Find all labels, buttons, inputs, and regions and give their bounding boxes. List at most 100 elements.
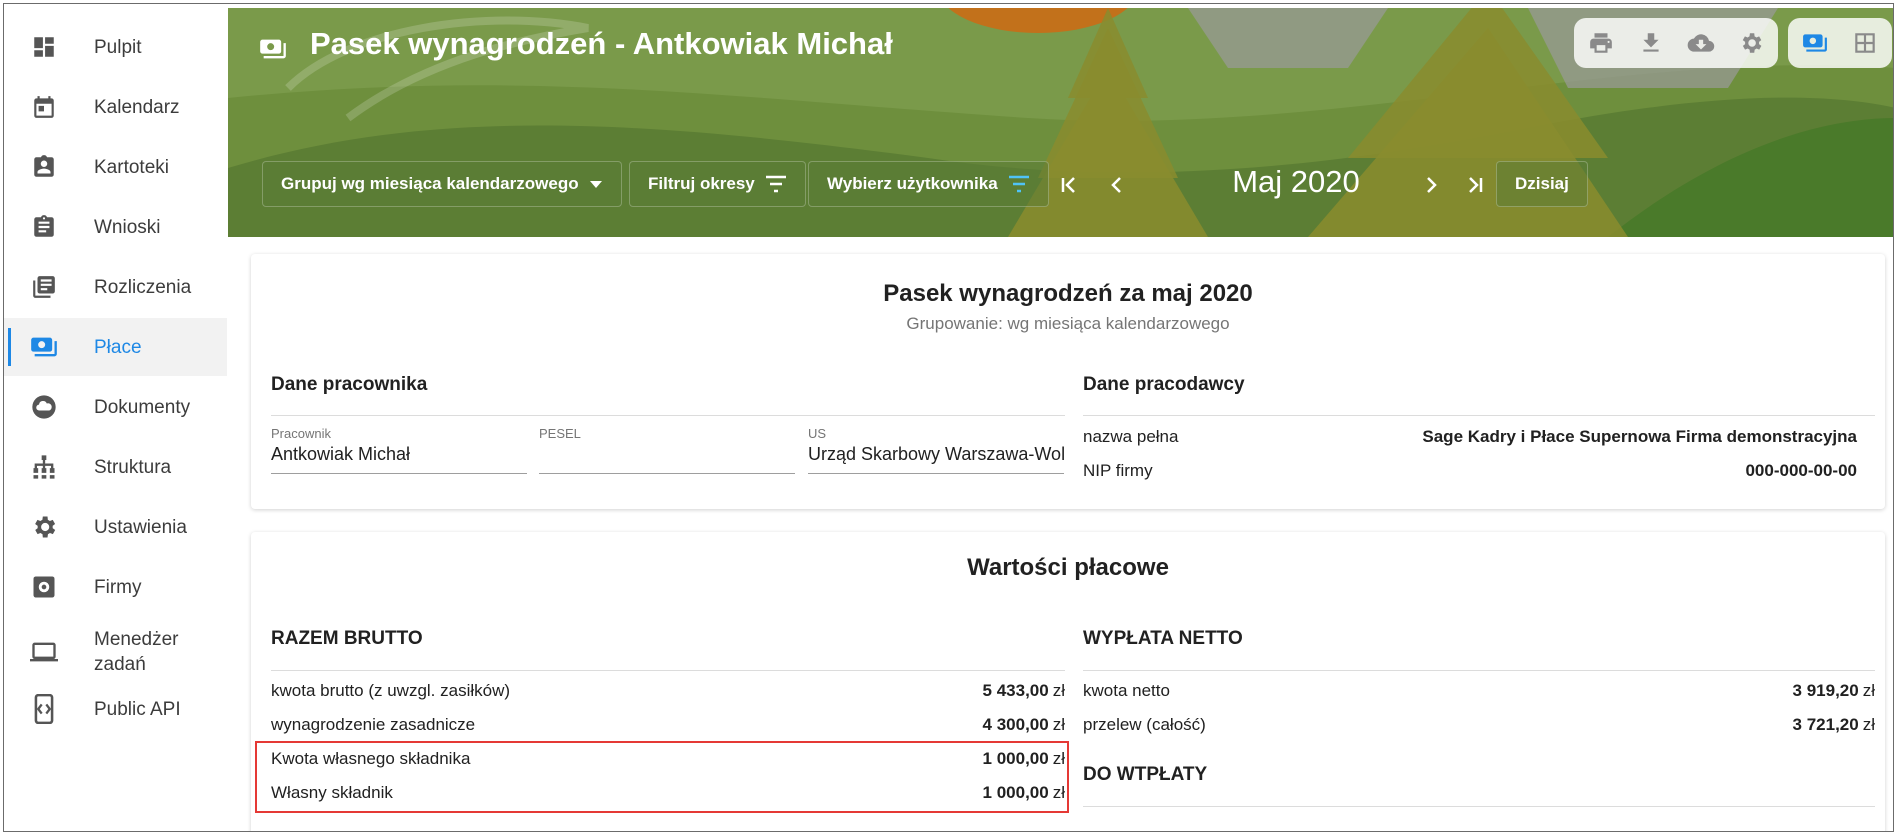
next-period-button[interactable]	[1414, 168, 1448, 202]
sidebar-item-rozliczenia[interactable]: Rozliczenia	[4, 258, 227, 316]
sidebar-item-struktura[interactable]: Struktura	[4, 438, 227, 496]
cloud-download-icon	[1687, 34, 1715, 52]
print-button[interactable]	[1582, 24, 1620, 62]
chevron-right-icon	[1427, 177, 1437, 193]
document-list-icon	[28, 271, 60, 303]
row-amount: 5 433,00 zł	[983, 681, 1065, 701]
chevron-left-icon	[1111, 177, 1121, 193]
group-by-dropdown[interactable]: Grupuj wg miesiąca kalendarzowego	[262, 161, 622, 207]
settings-button[interactable]	[1732, 24, 1770, 62]
row-key: kwota netto	[1083, 681, 1170, 700]
download-button[interactable]	[1632, 24, 1670, 62]
group-by-label: Grupuj wg miesiąca kalendarzowego	[281, 174, 579, 193]
sidebar-item-label: Kartoteki	[94, 156, 169, 178]
table-view-button[interactable]	[1846, 24, 1884, 62]
sidebar-item-public-api[interactable]: Public API	[4, 680, 227, 738]
sidebar-item-label: Pulpit	[94, 36, 142, 58]
gear-icon	[28, 511, 60, 543]
filter-periods-button[interactable]: Filtruj okresy	[629, 161, 806, 207]
today-button[interactable]: Dzisiaj	[1496, 161, 1588, 207]
divider	[1083, 415, 1875, 416]
employer-row: nazwa pełna Sage Kadry i Płace Supernowa…	[1083, 420, 1857, 454]
payments-icon	[258, 35, 288, 68]
currency-label: zł	[1052, 681, 1065, 700]
field-label: PESEL	[539, 426, 581, 441]
caret-down-icon	[589, 181, 602, 188]
payslip-view-button[interactable]	[1796, 24, 1834, 62]
filter-icon	[1008, 175, 1029, 193]
clipboard-icon	[28, 211, 60, 243]
row-key: wynagrodzenie zasadnicze	[271, 715, 476, 734]
sidebar-item-firmy[interactable]: Firmy	[4, 558, 227, 616]
currency-label: zł	[1862, 715, 1875, 734]
row-key: nazwa pełna	[1083, 427, 1179, 446]
sidebar: Pulpit Kalendarz Kartoteki Wnioski Rozli…	[4, 4, 227, 831]
sidebar-item-label: Kalendarz	[94, 96, 180, 118]
current-period: Maj 2020	[1232, 164, 1360, 199]
row-amount: 4 300,00 zł	[983, 715, 1065, 735]
select-user-button[interactable]: Wybierz użytkownika	[808, 161, 1049, 207]
sidebar-item-wnioski[interactable]: Wnioski	[4, 198, 227, 256]
previous-period-button[interactable]	[1100, 168, 1134, 202]
sidebar-item-pulpit[interactable]: Pulpit	[4, 18, 227, 76]
tax-office-field[interactable]: US Urząd Skarbowy Warszawa-Wola	[808, 418, 1064, 474]
employee-name-field[interactable]: Pracownik Antkowiak Michał	[271, 418, 527, 474]
api-icon	[28, 693, 60, 725]
to-pay-section-heading: DO WTPŁATY	[1083, 764, 1208, 785]
highlight-box	[255, 741, 1069, 813]
row-value: Sage Kadry i Płace Supernowa Firma demon…	[1422, 427, 1857, 446]
actions-toolbar	[1574, 18, 1778, 68]
sidebar-item-kartoteki[interactable]: Kartoteki	[4, 138, 227, 196]
last-period-button[interactable]	[1458, 168, 1492, 202]
print-icon	[1590, 33, 1612, 53]
row-amount: 3 919,20 zł	[1793, 681, 1875, 701]
payslip-details-card: Pasek wynagrodzeń za maj 2020 Grupowanie…	[251, 254, 1885, 509]
employee-section-heading: Dane pracownika	[271, 374, 428, 395]
currency-label: zł	[1862, 681, 1875, 700]
divider	[1083, 670, 1875, 671]
cloud-download-button[interactable]	[1682, 24, 1720, 62]
sidebar-item-kalendarz[interactable]: Kalendarz	[4, 78, 227, 136]
divider	[271, 415, 1065, 416]
amount-value: 3 919,20	[1792, 681, 1859, 700]
gross-row: wynagrodzenie zasadnicze 4 300,00 zł	[271, 708, 1065, 742]
sidebar-item-label: Firmy	[94, 576, 142, 598]
field-label: US	[808, 426, 827, 441]
app-window: Pulpit Kalendarz Kartoteki Wnioski Rozli…	[3, 3, 1894, 832]
table-icon	[1855, 33, 1875, 53]
row-key: kwota brutto (z uwzgl. zasiłków)	[271, 681, 511, 700]
sidebar-item-ustawienia[interactable]: Ustawienia	[4, 498, 227, 556]
pesel-field[interactable]: PESEL	[539, 418, 795, 474]
contact-card-icon	[28, 151, 60, 183]
divider	[1083, 806, 1875, 807]
row-amount: 3 721,20 zł	[1793, 715, 1875, 735]
sidebar-item-menedzer-zadan[interactable]: Menedżer zadań	[4, 618, 227, 686]
amount-value: 4 300,00	[982, 715, 1049, 734]
dashboard-icon	[28, 31, 60, 63]
page-header: Pasek wynagrodzeń - Antkowiak Michał Gru…	[228, 8, 1893, 237]
field-label: Pracownik	[271, 426, 331, 441]
employer-row: NIP firmy 000-000-00-00	[1083, 454, 1857, 488]
filter-periods-label: Filtruj okresy	[648, 174, 755, 193]
field-value: Antkowiak Michał	[271, 444, 411, 464]
pay-values-title: Wartości płacowe	[967, 554, 1169, 581]
row-key: przelew (całość)	[1083, 715, 1206, 734]
divider	[271, 670, 1065, 671]
sidebar-item-label: Struktura	[94, 456, 172, 478]
first-page-icon	[1061, 177, 1075, 193]
first-period-button[interactable]	[1052, 168, 1086, 202]
employer-section-heading: Dane pracodawcy	[1083, 374, 1245, 395]
gear-icon	[1742, 33, 1762, 53]
row-key: NIP firmy	[1083, 461, 1153, 480]
sidebar-item-dokumenty[interactable]: Dokumenty	[4, 378, 227, 436]
gross-row: kwota brutto (z uwzgl. zasiłków) 5 433,0…	[271, 674, 1065, 708]
sidebar-item-label: Public API	[94, 698, 181, 720]
currency-label: zł	[1052, 715, 1065, 734]
laptop-icon	[28, 636, 60, 668]
company-settings-icon	[28, 571, 60, 603]
calendar-icon	[28, 91, 60, 123]
sidebar-item-label: Ustawienia	[94, 516, 187, 538]
sidebar-item-place[interactable]: Płace	[4, 318, 227, 376]
view-toolbar	[1788, 18, 1892, 68]
page-title: Pasek wynagrodzeń - Antkowiak Michał	[310, 26, 893, 61]
